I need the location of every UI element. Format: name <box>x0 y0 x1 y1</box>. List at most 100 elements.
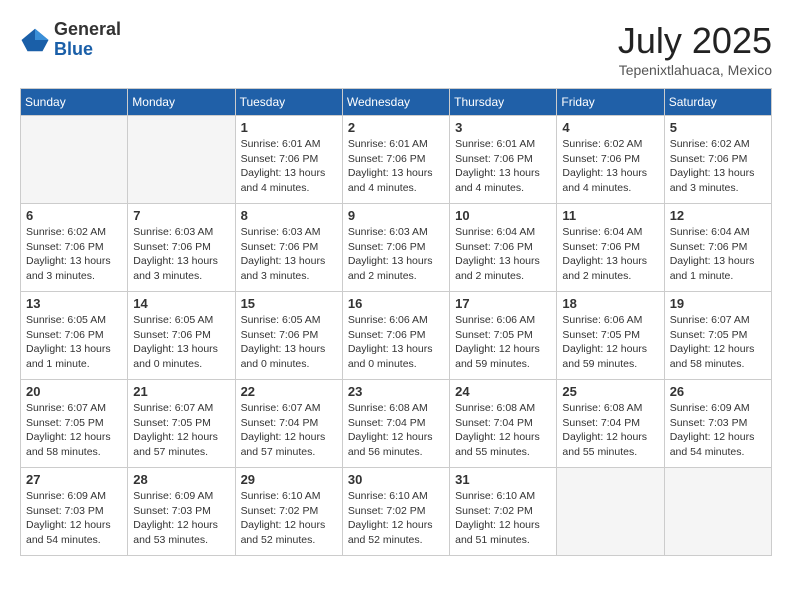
day-number: 18 <box>562 296 658 311</box>
day-number: 23 <box>348 384 444 399</box>
day-number: 26 <box>670 384 766 399</box>
logo-blue-text: Blue <box>54 40 121 60</box>
calendar-cell: 10Sunrise: 6:04 AM Sunset: 7:06 PM Dayli… <box>450 204 557 292</box>
day-detail: Sunrise: 6:06 AM Sunset: 7:05 PM Dayligh… <box>455 313 551 372</box>
calendar-cell: 9 Sunrise: 6:03 AM Sunset: 7:06 PM Daylig… <box>342 204 449 292</box>
calendar-cell: 26 Sunrise: 6:09 AM Sunset: 7:03 PM Dayli… <box>664 380 771 468</box>
day-detail: Sunrise: 6:03 AM Sunset: 7:06 PM Dayligh… <box>348 225 444 284</box>
day-number: 1 <box>241 120 337 135</box>
day-number: 7 <box>133 208 229 223</box>
calendar-cell: 22 Sunrise: 6:07 AM Sunset: 7:04 PM Dayli… <box>235 380 342 468</box>
day-number: 24 <box>455 384 551 399</box>
logo-general-text: General <box>54 20 121 40</box>
day-number: 20 <box>26 384 122 399</box>
calendar-cell: 29 Sunrise: 6:10 AM Sunset: 7:02 PM Dayli… <box>235 468 342 556</box>
day-detail: Sunrise: 6:07 AM Sunset: 7:05 PM Dayligh… <box>670 313 766 372</box>
calendar-cell: 4 Sunrise: 6:02 AM Sunset: 7:06 PM Daylig… <box>557 116 664 204</box>
calendar-cell: 19 Sunrise: 6:07 AM Sunset: 7:05 PM Dayli… <box>664 292 771 380</box>
calendar-cell: 21Sunrise: 6:07 AM Sunset: 7:05 PM Dayli… <box>128 380 235 468</box>
day-detail: Sunrise: 6:08 AM Sunset: 7:04 PM Dayligh… <box>455 401 551 460</box>
calendar-cell: 2 Sunrise: 6:01 AM Sunset: 7:06 PM Daylig… <box>342 116 449 204</box>
day-detail: Sunrise: 6:07 AM Sunset: 7:05 PM Dayligh… <box>133 401 229 460</box>
day-number: 17 <box>455 296 551 311</box>
day-detail: Sunrise: 6:04 AM Sunset: 7:06 PM Dayligh… <box>455 225 551 284</box>
calendar-cell <box>557 468 664 556</box>
calendar-cell: 7 Sunrise: 6:03 AM Sunset: 7:06 PM Daylig… <box>128 204 235 292</box>
weekday-header: Sunday <box>21 89 128 116</box>
calendar-table: SundayMondayTuesdayWednesdayThursdayFrid… <box>20 88 772 556</box>
calendar-cell: 13Sunrise: 6:05 AM Sunset: 7:06 PM Dayli… <box>21 292 128 380</box>
day-detail: Sunrise: 6:07 AM Sunset: 7:04 PM Dayligh… <box>241 401 337 460</box>
calendar-cell: 24 Sunrise: 6:08 AM Sunset: 7:04 PM Dayli… <box>450 380 557 468</box>
day-detail: Sunrise: 6:04 AM Sunset: 7:06 PM Dayligh… <box>670 225 766 284</box>
day-number: 29 <box>241 472 337 487</box>
day-detail: Sunrise: 6:02 AM Sunset: 7:06 PM Dayligh… <box>670 137 766 196</box>
day-number: 14 <box>133 296 229 311</box>
day-detail: Sunrise: 6:05 AM Sunset: 7:06 PM Dayligh… <box>241 313 337 372</box>
weekday-header: Friday <box>557 89 664 116</box>
weekday-header: Monday <box>128 89 235 116</box>
calendar-cell: 15 Sunrise: 6:05 AM Sunset: 7:06 PM Dayli… <box>235 292 342 380</box>
day-number: 11 <box>562 208 658 223</box>
calendar-cell: 3Sunrise: 6:01 AM Sunset: 7:06 PM Daylig… <box>450 116 557 204</box>
calendar-cell <box>21 116 128 204</box>
calendar-week-row: 6Sunrise: 6:02 AM Sunset: 7:06 PM Daylig… <box>21 204 772 292</box>
calendar-cell: 23 Sunrise: 6:08 AM Sunset: 7:04 PM Dayli… <box>342 380 449 468</box>
day-number: 15 <box>241 296 337 311</box>
calendar-cell <box>128 116 235 204</box>
day-detail: Sunrise: 6:06 AM Sunset: 7:06 PM Dayligh… <box>348 313 444 372</box>
calendar-cell: 30 Sunrise: 6:10 AM Sunset: 7:02 PM Dayli… <box>342 468 449 556</box>
weekday-header: Saturday <box>664 89 771 116</box>
day-number: 12 <box>670 208 766 223</box>
day-number: 4 <box>562 120 658 135</box>
day-number: 13 <box>26 296 122 311</box>
location: Tepenixtlahuaca, Mexico <box>618 62 772 78</box>
day-detail: Sunrise: 6:02 AM Sunset: 7:06 PM Dayligh… <box>562 137 658 196</box>
calendar-cell: 25 Sunrise: 6:08 AM Sunset: 7:04 PM Dayli… <box>557 380 664 468</box>
day-number: 9 <box>348 208 444 223</box>
day-detail: Sunrise: 6:05 AM Sunset: 7:06 PM Dayligh… <box>133 313 229 372</box>
day-number: 2 <box>348 120 444 135</box>
day-detail: Sunrise: 6:09 AM Sunset: 7:03 PM Dayligh… <box>133 489 229 548</box>
day-number: 22 <box>241 384 337 399</box>
day-detail: Sunrise: 6:10 AM Sunset: 7:02 PM Dayligh… <box>348 489 444 548</box>
day-number: 19 <box>670 296 766 311</box>
weekday-header: Wednesday <box>342 89 449 116</box>
day-number: 25 <box>562 384 658 399</box>
calendar-cell: 17 Sunrise: 6:06 AM Sunset: 7:05 PM Dayli… <box>450 292 557 380</box>
calendar-week-row: 1 Sunrise: 6:01 AM Sunset: 7:06 PM Daylig… <box>21 116 772 204</box>
weekday-header: Thursday <box>450 89 557 116</box>
day-number: 5 <box>670 120 766 135</box>
weekday-header: Tuesday <box>235 89 342 116</box>
day-detail: Sunrise: 6:06 AM Sunset: 7:05 PM Dayligh… <box>562 313 658 372</box>
day-number: 3 <box>455 120 551 135</box>
day-detail: Sunrise: 6:01 AM Sunset: 7:06 PM Dayligh… <box>348 137 444 196</box>
page-header: General Blue July 2025 Tepenixtlahuaca, … <box>20 20 772 78</box>
calendar-week-row: 13 Sunrise: 6:05 AM Sunset: 7:06 PM Dayli… <box>21 292 772 380</box>
day-detail: Sunrise: 6:04 AM Sunset: 7:06 PM Dayligh… <box>562 225 658 284</box>
calendar-week-row: 27 Sunrise: 6:09 AM Sunset: 7:03 PM Dayli… <box>21 468 772 556</box>
calendar-cell: 31Sunrise: 6:10 AM Sunset: 7:02 PM Dayli… <box>450 468 557 556</box>
calendar-cell: 20Sunrise: 6:07 AM Sunset: 7:05 PM Dayli… <box>21 380 128 468</box>
calendar-cell: 6Sunrise: 6:02 AM Sunset: 7:06 PM Daylig… <box>21 204 128 292</box>
day-detail: Sunrise: 6:01 AM Sunset: 7:06 PM Dayligh… <box>241 137 337 196</box>
day-number: 27 <box>26 472 122 487</box>
day-detail: Sunrise: 6:03 AM Sunset: 7:06 PM Dayligh… <box>133 225 229 284</box>
day-detail: Sunrise: 6:09 AM Sunset: 7:03 PM Dayligh… <box>26 489 122 548</box>
day-detail: Sunrise: 6:09 AM Sunset: 7:03 PM Dayligh… <box>670 401 766 460</box>
title-block: July 2025 Tepenixtlahuaca, Mexico <box>618 20 772 78</box>
calendar-cell: 16Sunrise: 6:06 AM Sunset: 7:06 PM Dayli… <box>342 292 449 380</box>
day-detail: Sunrise: 6:10 AM Sunset: 7:02 PM Dayligh… <box>241 489 337 548</box>
weekday-header-row: SundayMondayTuesdayWednesdayThursdayFrid… <box>21 89 772 116</box>
calendar-cell: 1 Sunrise: 6:01 AM Sunset: 7:06 PM Daylig… <box>235 116 342 204</box>
logo-text: General Blue <box>54 20 121 60</box>
day-detail: Sunrise: 6:03 AM Sunset: 7:06 PM Dayligh… <box>241 225 337 284</box>
calendar-cell <box>664 468 771 556</box>
calendar-cell: 14 Sunrise: 6:05 AM Sunset: 7:06 PM Dayli… <box>128 292 235 380</box>
calendar-cell: 8Sunrise: 6:03 AM Sunset: 7:06 PM Daylig… <box>235 204 342 292</box>
day-number: 28 <box>133 472 229 487</box>
day-detail: Sunrise: 6:08 AM Sunset: 7:04 PM Dayligh… <box>348 401 444 460</box>
calendar-cell: 28 Sunrise: 6:09 AM Sunset: 7:03 PM Dayli… <box>128 468 235 556</box>
day-detail: Sunrise: 6:08 AM Sunset: 7:04 PM Dayligh… <box>562 401 658 460</box>
day-number: 30 <box>348 472 444 487</box>
